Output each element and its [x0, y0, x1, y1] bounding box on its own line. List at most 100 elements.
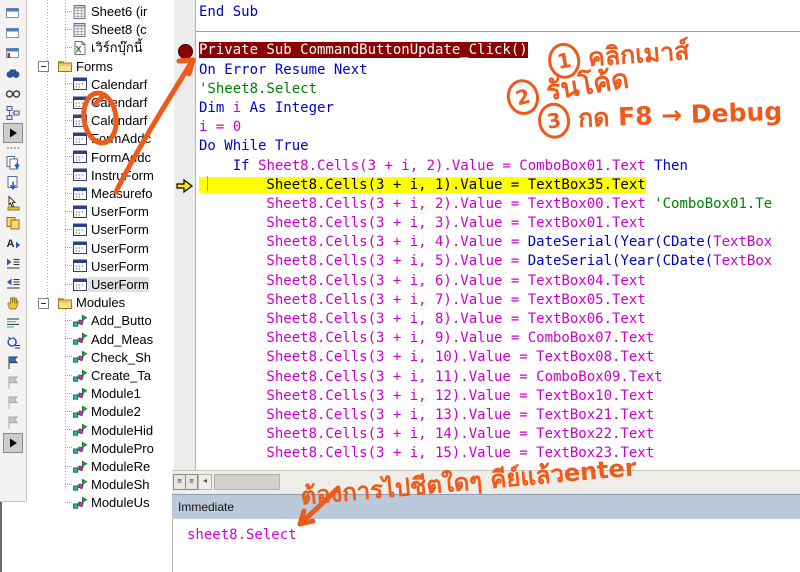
- hscroll-left-button[interactable]: ◂: [198, 474, 212, 490]
- tree-item-modules[interactable]: Modules: [28, 294, 172, 312]
- toggle-bookmark-icon[interactable]: [3, 353, 23, 373]
- tree-item-userform[interactable]: UserForm: [28, 221, 172, 239]
- tree-item-forms[interactable]: Forms: [28, 57, 172, 75]
- tree-item-formaddc[interactable]: FormAddc: [28, 148, 172, 166]
- tree-item-sheet8-c[interactable]: Sheet8 (c: [28, 21, 172, 39]
- tree-item-userform[interactable]: UserForm: [28, 203, 172, 221]
- code-line: Sheet8.Cells(3 + i, 12).Value = TextBox1…: [199, 387, 655, 404]
- tree-item-label: Module2: [91, 404, 141, 420]
- form-icon: [72, 222, 88, 238]
- code-editor[interactable]: End Sub Private Sub CommandButtonUpdate_C…: [196, 0, 800, 470]
- code-line: Sheet8.Cells(3 + i, 14).Value = TextBox2…: [199, 426, 655, 443]
- outdent-icon[interactable]: [3, 273, 23, 293]
- current-statement-arrow: [175, 178, 194, 194]
- tree-item-label: Sheet6 (ir: [91, 4, 148, 19]
- immediate-window[interactable]: sheet8.Select: [172, 519, 800, 572]
- folder-icon: [57, 295, 73, 311]
- code-window-bottom-bar: ≡ ≡ ◂: [172, 470, 800, 495]
- tree-item-label: Create_Ta: [91, 368, 151, 383]
- tree-item-label: Check_Sh: [91, 349, 151, 365]
- window-alert-icon[interactable]: [3, 43, 23, 63]
- tree-item-modulehid[interactable]: ModuleHid: [28, 421, 172, 439]
- code-line: Sheet8.Cells(3 + i, 7).Value = TextBox05…: [199, 291, 646, 308]
- tree-item-userform[interactable]: UserForm: [28, 257, 172, 275]
- tree-item-modulesh[interactable]: ModuleSh: [28, 476, 172, 494]
- module-icon: [72, 386, 88, 402]
- code-line: Sheet8.Cells(3 + i, 9).Value = ComboBox0…: [199, 330, 655, 347]
- next-bookmark-icon[interactable]: [3, 373, 23, 393]
- copy-block-icon[interactable]: [3, 153, 23, 173]
- tree-item-add-butto[interactable]: Add_Butto: [28, 312, 172, 330]
- pointer-measure-icon[interactable]: [3, 193, 23, 213]
- form-icon: [72, 277, 88, 293]
- full-module-view-button[interactable]: ≡: [185, 474, 198, 490]
- tree-item-userform[interactable]: UserForm: [28, 239, 172, 257]
- tree-item-label: Calendarf: [91, 76, 148, 92]
- tree-item-label: UserForm: [91, 222, 149, 238]
- code-line: Sheet8.Cells(3 + i, 3).Value = TextBox01…: [199, 215, 646, 232]
- properties-window-icon[interactable]: [3, 23, 23, 43]
- tree-expander[interactable]: [38, 297, 49, 309]
- tree-item-formaddc[interactable]: FormAddc: [28, 130, 172, 148]
- module-icon: [72, 313, 88, 329]
- tree-item-module2[interactable]: Module2: [28, 403, 172, 421]
- code-line: Sheet8.Cells(3 + i, 4).Value = DateSeria…: [199, 234, 773, 251]
- tree-expander[interactable]: [38, 61, 49, 73]
- list-lines-icon[interactable]: [3, 313, 23, 333]
- tree-item-modulepro[interactable]: ModulePro: [28, 439, 172, 457]
- tree-item-userform[interactable]: UserForm: [28, 276, 172, 294]
- hscroll-thumb[interactable]: [214, 474, 280, 490]
- module-icon: [72, 404, 88, 420]
- previous-bookmark-icon[interactable]: [3, 393, 23, 413]
- undo-list-icon[interactable]: [3, 333, 23, 353]
- tree-item-label: ModuleSh: [91, 477, 150, 493]
- tree-item-check-sh[interactable]: Check_Sh: [28, 348, 172, 366]
- find-icon[interactable]: [3, 63, 23, 83]
- tree-item--[interactable]: X เวิร์กบุ๊กนี้: [28, 39, 172, 57]
- svg-text:A: A: [7, 238, 15, 250]
- quick-watch-icon[interactable]: [3, 83, 23, 103]
- immediate-window-titlebar[interactable]: Immediate: [172, 494, 800, 520]
- tree-item-modulere[interactable]: ModuleRe: [28, 458, 172, 476]
- breakpoint-dot[interactable]: [178, 44, 193, 60]
- tree-item-measurefo[interactable]: Measurefo: [28, 185, 172, 203]
- export-file-icon[interactable]: [3, 173, 23, 193]
- form-icon: [72, 76, 88, 92]
- window-top-partial-icon[interactable]: [3, 3, 23, 23]
- tree-item-create-ta[interactable]: Create_Ta: [28, 367, 172, 385]
- copy-sheet-icon[interactable]: [3, 213, 23, 233]
- form-icon: [72, 95, 88, 111]
- tree-item-label: Calendarf: [91, 95, 148, 110]
- project-explorer[interactable]: Sheet6 (ir Sheet8 (c X เวิร์กบุ๊กนี้ Forms Ca…: [28, 0, 173, 572]
- code-line: Do While True: [199, 138, 309, 155]
- window-edge: [0, 502, 2, 572]
- tree-item-module1[interactable]: Module1: [28, 385, 172, 403]
- call-stack-icon[interactable]: [3, 103, 23, 123]
- font-tool-icon[interactable]: A: [3, 233, 23, 253]
- vba-editor-window: A Sheet6 (ir Sheet8 (c X เวิร์กบุ๊กนี้ Forms…: [0, 0, 800, 572]
- hand-tool-icon[interactable]: [3, 293, 23, 313]
- tree-item-calendarf[interactable]: Calendarf: [28, 75, 172, 93]
- form-icon: [72, 186, 88, 202]
- tree-item-add-meas[interactable]: Add_Meas: [28, 330, 172, 348]
- tree-item-label: UserForm: [91, 204, 149, 220]
- code-line: End Sub: [199, 4, 259, 20]
- code-line: Private Sub CommandButtonUpdate_Click(): [199, 42, 528, 59]
- tree-item-instruform[interactable]: InstruForm: [28, 166, 172, 184]
- tree-item-label: UserForm: [91, 240, 149, 256]
- immediate-text: sheet8.Select: [187, 527, 297, 543]
- tree-item-label: Measurefo: [91, 186, 153, 201]
- toolbar-options-2-icon[interactable]: [3, 433, 23, 453]
- procedure-divider: [196, 31, 800, 32]
- indent-icon[interactable]: [3, 253, 23, 273]
- tree-item-sheet6-ir[interactable]: Sheet6 (ir: [28, 3, 172, 21]
- tree-item-moduleus[interactable]: ModuleUs: [28, 494, 172, 512]
- clear-bookmarks-icon[interactable]: [3, 413, 23, 433]
- tree-item-calendarf[interactable]: Calendarf: [28, 94, 172, 112]
- workbook-icon: X: [72, 40, 88, 56]
- breakpoint-margin[interactable]: [174, 0, 196, 470]
- tree-item-calendarf[interactable]: Calendarf: [28, 112, 172, 130]
- form-icon: [72, 131, 88, 147]
- toolbar-grip: [3, 143, 23, 153]
- tree-item-label: Modules: [76, 295, 126, 311]
